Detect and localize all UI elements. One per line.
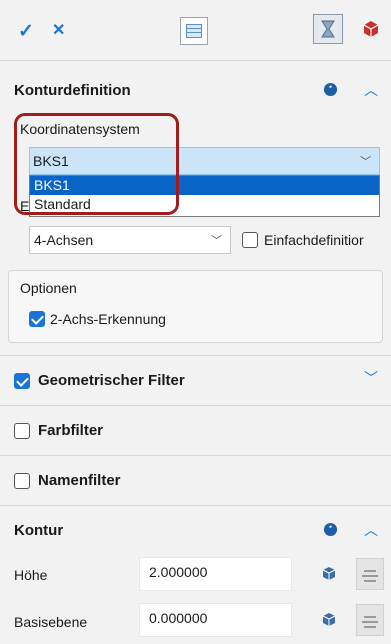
divider (0, 505, 391, 506)
einfachdefinition-checkbox[interactable] (242, 232, 258, 248)
section-title-konturdefinition: Konturdefinition (14, 82, 131, 99)
chevron-up-icon[interactable]: ︿ (364, 520, 378, 540)
pick-cube-icon[interactable] (321, 612, 337, 631)
table-view-icon[interactable] (180, 17, 208, 45)
namenfilter-checkbox[interactable] (14, 473, 30, 489)
check-icon[interactable]: ✓ (18, 20, 34, 43)
basisebene-input[interactable]: 0.000000 (139, 603, 292, 637)
achsen-value: 4-Achsen (34, 232, 94, 248)
zwei-achs-checkbox[interactable] (29, 311, 45, 327)
divider (0, 60, 391, 61)
divider (0, 405, 391, 406)
toolbar: ✓ ✕ (0, 0, 391, 60)
geometrischer-filter-label: Geometrischer Filter (38, 372, 185, 389)
section-title-kontur: Kontur (14, 522, 64, 539)
lock-level-icon[interactable] (356, 558, 384, 590)
info-icon[interactable] (323, 82, 338, 100)
lock-level-icon[interactable] (356, 604, 384, 636)
highlight-marker (14, 113, 179, 215)
farbfilter-label: Farbfilter (38, 422, 104, 439)
basisebene-label: Basisebene (14, 614, 88, 630)
chevron-down-icon[interactable]: ﹀ (364, 368, 378, 388)
einfachdefinition-label: Einfachdefinitior (264, 232, 364, 248)
close-icon[interactable]: ✕ (52, 20, 65, 40)
info-icon[interactable] (323, 522, 338, 540)
pick-cube-icon[interactable] (321, 566, 337, 585)
divider (0, 355, 391, 356)
hoehe-input[interactable]: 2.000000 (139, 557, 292, 591)
optionen-label: Optionen (20, 280, 77, 296)
hoehe-label: Höhe (14, 567, 48, 583)
namenfilter-label: Namenfilter (38, 472, 121, 489)
chevron-up-icon[interactable]: ︿ (364, 80, 378, 100)
geometrischer-filter-checkbox[interactable] (14, 373, 30, 389)
achsen-select[interactable]: 4-Achsen ﹀ (29, 226, 231, 254)
cube-icon[interactable] (360, 18, 382, 40)
farbfilter-checkbox[interactable] (14, 423, 30, 439)
zwei-achs-label: 2-Achs-Erkennung (50, 311, 166, 327)
divider (0, 455, 391, 456)
chevron-down-icon: ﹀ (211, 235, 222, 247)
hourglass-icon[interactable] (313, 14, 343, 44)
chevron-down-icon: ﹀ (360, 156, 371, 168)
